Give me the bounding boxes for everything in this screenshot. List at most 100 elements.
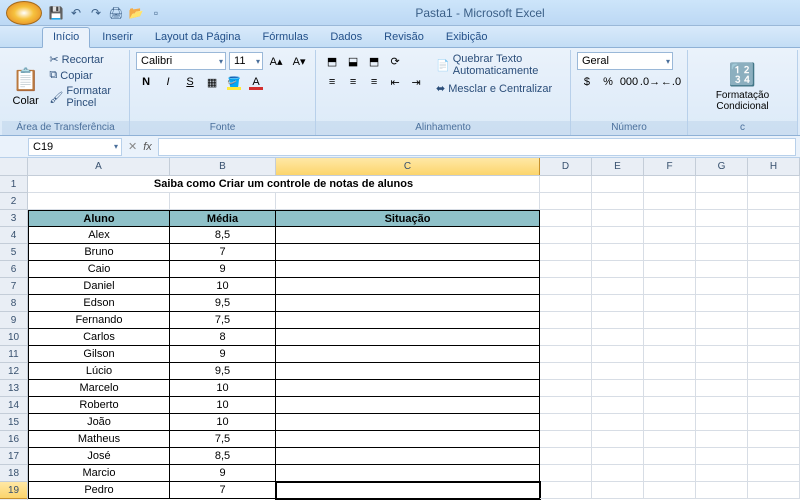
cell-situacao[interactable] bbox=[276, 295, 540, 312]
row-header-9[interactable]: 9 bbox=[0, 312, 27, 329]
cell-media[interactable]: 10 bbox=[170, 397, 276, 414]
redo-icon[interactable]: ↷ bbox=[88, 5, 104, 21]
cell-aluno[interactable]: Fernando bbox=[28, 312, 170, 329]
cell-aluno[interactable]: João bbox=[28, 414, 170, 431]
cell-aluno[interactable]: Daniel bbox=[28, 278, 170, 295]
row-header-12[interactable]: 12 bbox=[0, 363, 27, 380]
cell-situacao[interactable] bbox=[276, 227, 540, 244]
percent-icon[interactable]: % bbox=[598, 73, 618, 91]
cell-media[interactable]: 9 bbox=[170, 261, 276, 278]
tab-inserir[interactable]: Inserir bbox=[92, 28, 143, 47]
save-icon[interactable]: 💾 bbox=[48, 5, 64, 21]
cell-media[interactable]: 9 bbox=[170, 346, 276, 363]
cell-situacao[interactable] bbox=[276, 346, 540, 363]
font-color-button[interactable]: A bbox=[246, 73, 266, 91]
wrap-text-button[interactable]: 📄Quebrar Texto Automaticamente bbox=[434, 52, 564, 78]
cell-aluno[interactable]: Marcio bbox=[28, 465, 170, 482]
row-header-5[interactable]: 5 bbox=[0, 244, 27, 261]
align-middle-icon[interactable]: ⬓ bbox=[343, 52, 363, 70]
select-all-corner[interactable] bbox=[0, 158, 27, 176]
cell-media[interactable]: 7,5 bbox=[170, 431, 276, 448]
row-header-11[interactable]: 11 bbox=[0, 346, 27, 363]
header-media[interactable]: Média bbox=[170, 210, 276, 227]
cell-aluno[interactable]: Alex bbox=[28, 227, 170, 244]
cell-situacao[interactable] bbox=[276, 431, 540, 448]
row-header-18[interactable]: 18 bbox=[0, 465, 27, 482]
row-header-4[interactable]: 4 bbox=[0, 227, 27, 244]
cell-situacao[interactable] bbox=[276, 329, 540, 346]
col-header-A[interactable]: A bbox=[28, 158, 170, 175]
number-format-combo[interactable]: Geral bbox=[577, 52, 673, 70]
cell-media[interactable]: 10 bbox=[170, 414, 276, 431]
tab-exibicao[interactable]: Exibição bbox=[436, 28, 498, 47]
cell-aluno[interactable]: José bbox=[28, 448, 170, 465]
orientation-icon[interactable]: ⟳ bbox=[385, 52, 405, 70]
fx-icon[interactable]: fx bbox=[143, 141, 152, 153]
row-header-1[interactable]: 1 bbox=[0, 176, 27, 193]
grid[interactable]: ABCDEFGH Saiba como Criar um controle de… bbox=[28, 158, 800, 500]
cell-media[interactable]: 8,5 bbox=[170, 227, 276, 244]
cell-media[interactable]: 7 bbox=[170, 482, 276, 499]
col-header-D[interactable]: D bbox=[540, 158, 592, 175]
row-header-13[interactable]: 13 bbox=[0, 380, 27, 397]
col-header-G[interactable]: G bbox=[696, 158, 748, 175]
fill-color-button[interactable]: 🪣 bbox=[224, 73, 244, 91]
merge-center-button[interactable]: ⬌Mesclar e Centralizar bbox=[434, 81, 564, 96]
col-header-H[interactable]: H bbox=[748, 158, 800, 175]
increase-indent-icon[interactable]: ⇥ bbox=[406, 73, 426, 91]
cell-aluno[interactable]: Carlos bbox=[28, 329, 170, 346]
currency-icon[interactable]: $ bbox=[577, 73, 597, 91]
office-button[interactable] bbox=[6, 1, 42, 25]
row-header-10[interactable]: 10 bbox=[0, 329, 27, 346]
cell-media[interactable]: 7 bbox=[170, 244, 276, 261]
row-header-2[interactable]: 2 bbox=[0, 193, 27, 210]
row-header-7[interactable]: 7 bbox=[0, 278, 27, 295]
cell-aluno[interactable]: Caio bbox=[28, 261, 170, 278]
cancel-icon[interactable]: ✕ bbox=[128, 140, 137, 153]
grow-font-icon[interactable]: A▴ bbox=[266, 52, 286, 70]
col-header-F[interactable]: F bbox=[644, 158, 696, 175]
tab-dados[interactable]: Dados bbox=[320, 28, 372, 47]
row-header-19[interactable]: 19 bbox=[0, 482, 27, 499]
align-left-icon[interactable]: ≡ bbox=[322, 73, 342, 91]
decrease-indent-icon[interactable]: ⇤ bbox=[385, 73, 405, 91]
tab-layout[interactable]: Layout da Página bbox=[145, 28, 251, 47]
cell-situacao[interactable] bbox=[276, 465, 540, 482]
header-situacao[interactable]: Situação bbox=[276, 210, 540, 227]
tab-revisao[interactable]: Revisão bbox=[374, 28, 434, 47]
row-header-6[interactable]: 6 bbox=[0, 261, 27, 278]
shrink-font-icon[interactable]: A▾ bbox=[289, 52, 309, 70]
active-cell[interactable] bbox=[276, 482, 540, 499]
row-header-15[interactable]: 15 bbox=[0, 414, 27, 431]
cell-media[interactable]: 10 bbox=[170, 380, 276, 397]
border-button[interactable]: ▦ bbox=[202, 73, 222, 91]
cell-situacao[interactable] bbox=[276, 261, 540, 278]
row-header-8[interactable]: 8 bbox=[0, 295, 27, 312]
row-header-14[interactable]: 14 bbox=[0, 397, 27, 414]
cell-media[interactable]: 9,5 bbox=[170, 295, 276, 312]
paste-button[interactable]: 📋 Colar bbox=[8, 52, 43, 121]
align-center-icon[interactable]: ≡ bbox=[343, 73, 363, 91]
cell-aluno[interactable]: Pedro bbox=[28, 482, 170, 499]
undo-icon[interactable]: ↶ bbox=[68, 5, 84, 21]
cell-aluno[interactable]: Marcelo bbox=[28, 380, 170, 397]
row-header-16[interactable]: 16 bbox=[0, 431, 27, 448]
col-header-C[interactable]: C bbox=[276, 158, 540, 175]
sheet-title[interactable]: Saiba como Criar um controle de notas de… bbox=[28, 176, 540, 193]
increase-decimal-icon[interactable]: .0→ bbox=[640, 73, 660, 91]
align-top-icon[interactable]: ⬒ bbox=[322, 52, 342, 70]
cell-situacao[interactable] bbox=[276, 397, 540, 414]
tab-inicio[interactable]: Início bbox=[42, 27, 90, 48]
cell-aluno[interactable]: Gilson bbox=[28, 346, 170, 363]
conditional-formatting-button[interactable]: 🔢 Formatação Condicional bbox=[694, 52, 791, 121]
cell-aluno[interactable]: Roberto bbox=[28, 397, 170, 414]
name-box[interactable]: C19 bbox=[28, 138, 122, 156]
cut-button[interactable]: ✂Recortar bbox=[47, 52, 123, 67]
cell-situacao[interactable] bbox=[276, 363, 540, 380]
open-icon[interactable]: 📂 bbox=[128, 5, 144, 21]
formula-input[interactable] bbox=[158, 138, 796, 156]
header-aluno[interactable]: Aluno bbox=[28, 210, 170, 227]
cell-aluno[interactable]: Lúcio bbox=[28, 363, 170, 380]
col-header-E[interactable]: E bbox=[592, 158, 644, 175]
align-bottom-icon[interactable]: ⬒ bbox=[364, 52, 384, 70]
